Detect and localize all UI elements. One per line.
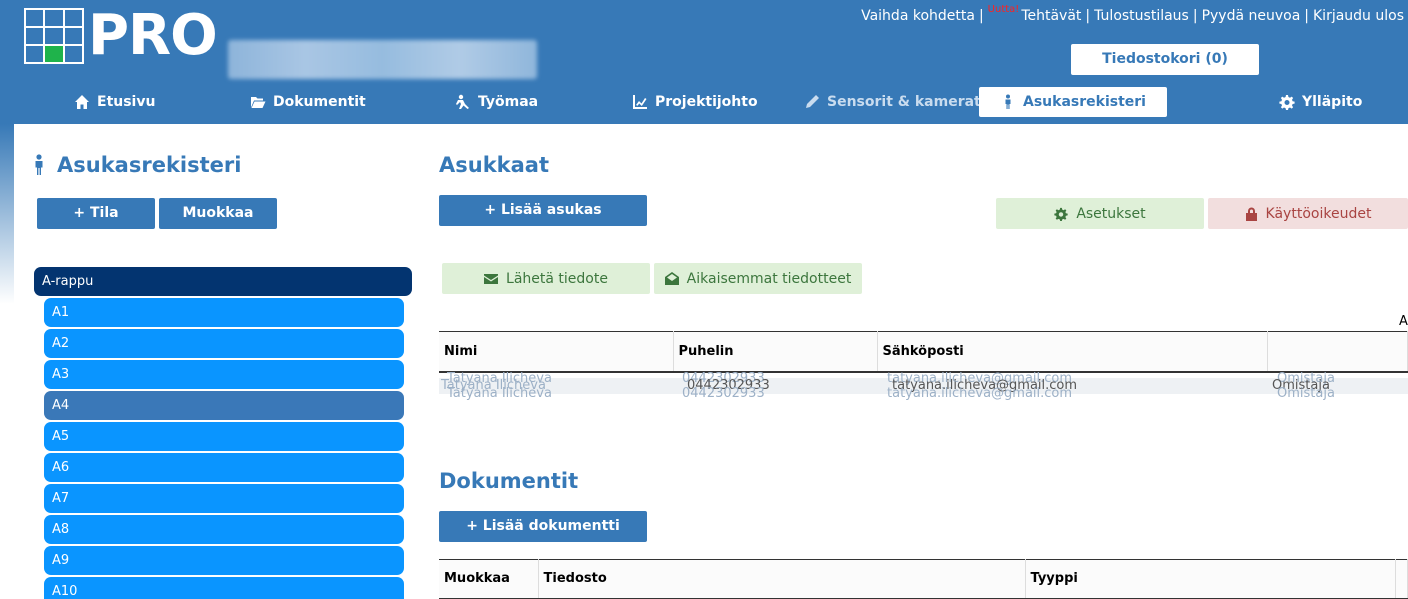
apartment-item[interactable]: A5 (44, 422, 404, 451)
send-notice-button[interactable]: Lähetä tiedote (442, 263, 650, 294)
main-nav: Etusivu Dokumentit Työmaa Projektijohto … (0, 87, 1408, 117)
logout-link[interactable]: Kirjaudu ulos (1313, 8, 1404, 24)
settings-button[interactable]: Asetukset (996, 198, 1204, 229)
column-header-type[interactable]: Tyyppi (1025, 559, 1396, 599)
logo-text: PRO (88, 3, 218, 68)
permissions-label: Käyttöoikeudet (1265, 205, 1372, 222)
previous-notices-button[interactable]: Aikaisemmat tiedotteet (654, 263, 862, 294)
nav-label: Ylläpito (1302, 94, 1363, 110)
apartment-item[interactable]: A6 (44, 453, 404, 482)
person-icon (35, 154, 43, 175)
change-site-link[interactable]: Vaihda kohdetta (861, 8, 975, 24)
add-space-button[interactable]: + Tila (37, 198, 155, 229)
tree-item-a-rappu[interactable]: A-rappu (34, 267, 412, 296)
gear-icon (1054, 207, 1068, 221)
column-header-role (1267, 331, 1408, 373)
page-edge-shade (0, 124, 14, 304)
envelope-icon (484, 273, 499, 284)
column-header-file[interactable]: Tiedosto (538, 559, 1026, 599)
nav-etusivu[interactable]: Etusivu (74, 87, 155, 117)
chart-icon (633, 95, 647, 109)
documents-table: Muokkaa Tiedosto Tyyppi (439, 559, 1408, 599)
apartment-item[interactable]: A8 (44, 515, 404, 544)
residents-table: Nimi Puhelin Sähköposti (439, 331, 1408, 373)
column-header-phone[interactable]: Puhelin (673, 331, 878, 373)
sidebar-title-text: Asukasrekisteri (57, 153, 242, 177)
nav-label: Projektijohto (655, 94, 758, 110)
nav-yllapito[interactable]: Ylläpito (1279, 87, 1362, 117)
settings-label: Asetukset (1076, 205, 1146, 222)
resident-email: tatyana.ilicheva@gmail.com (887, 386, 1073, 401)
apartment-item[interactable]: A9 (44, 546, 404, 575)
edit-spaces-button[interactable]: Muokkaa (159, 198, 277, 229)
column-header-name[interactable]: Nimi (439, 331, 674, 373)
apartment-item[interactable]: A1 (44, 298, 404, 327)
envelope-open-icon (664, 271, 679, 285)
table-row[interactable]: Tatyana Ilicheva Tatyana Ilicheva Tatyan… (439, 370, 1408, 410)
nav-label: Työmaa (478, 94, 539, 110)
tasks-link[interactable]: Tehtävät (1021, 8, 1081, 24)
file-cart-button[interactable]: Tiedostokori (0) (1071, 44, 1259, 75)
add-resident-button[interactable]: + Lisää asukas (439, 195, 647, 226)
truncated-text: A (1399, 314, 1408, 329)
send-notice-label: Lähetä tiedote (506, 270, 608, 287)
add-document-button[interactable]: + Lisää dokumentti (439, 511, 647, 542)
resident-phone: 0442302933 (682, 386, 765, 401)
nav-tyomaa[interactable]: Työmaa (455, 87, 538, 117)
nav-label: Etusivu (97, 94, 156, 110)
apartment-item[interactable]: A3 (44, 360, 404, 389)
person-icon (1005, 94, 1011, 109)
residents-title: Asukkaat (439, 153, 550, 177)
pen-icon (806, 95, 819, 108)
documents-title: Dokumentit (439, 469, 579, 493)
nav-label: Asukasrekisteri (1023, 94, 1146, 110)
resident-role: Omistaja (1277, 386, 1335, 401)
apartment-item[interactable]: A7 (44, 484, 404, 513)
nav-label: Dokumentit (273, 94, 366, 110)
column-header-email[interactable]: Sähköposti (877, 331, 1268, 373)
column-header-edit[interactable]: Muokkaa (439, 559, 539, 599)
nav-label: Sensorit & kamerat (827, 94, 981, 110)
permissions-button[interactable]: Käyttöoikeudet (1208, 198, 1408, 229)
column-header-extra (1395, 559, 1408, 599)
nav-dokumentit[interactable]: Dokumentit (250, 87, 366, 117)
previous-notices-label: Aikaisemmat tiedotteet (686, 270, 852, 287)
new-badge: Uutta! (987, 4, 1020, 15)
resident-name: Tatyana Ilicheva (447, 386, 552, 401)
lock-icon (1245, 207, 1257, 221)
apartment-item-selected[interactable]: A4 (44, 391, 404, 420)
nav-sensorit[interactable]: Sensorit & kamerat (804, 87, 981, 117)
folder-open-icon (251, 97, 266, 108)
nav-projektijohto[interactable]: Projektijohto (632, 87, 758, 117)
home-icon (75, 95, 89, 109)
logo-grid-icon (24, 8, 84, 64)
apartment-list: A1 A2 A3 A4 A5 A6 A7 A8 A9 A10 (44, 298, 404, 599)
top-links: Vaihda kohdetta | Uutta! Tehtävät | Tulostust… (861, 4, 1404, 24)
ask-advice-link[interactable]: Pyydä neuvoa (1202, 8, 1301, 24)
gear-icon (1279, 95, 1295, 110)
sidebar-title: Asukasrekisteri (31, 153, 241, 177)
apartment-item[interactable]: A2 (44, 329, 404, 358)
worker-icon (456, 94, 469, 109)
nav-asukasrekisteri[interactable]: Asukasrekisteri (979, 87, 1167, 117)
site-name-blurred (228, 40, 537, 79)
apartment-item[interactable]: A10 (44, 577, 404, 599)
app-header: PRO Vaihda kohdetta | Uutta! Tehtävät | Tulos… (0, 0, 1408, 124)
print-order-link[interactable]: Tulostustilaus (1094, 8, 1189, 24)
pro-logo[interactable]: PRO (24, 3, 218, 68)
